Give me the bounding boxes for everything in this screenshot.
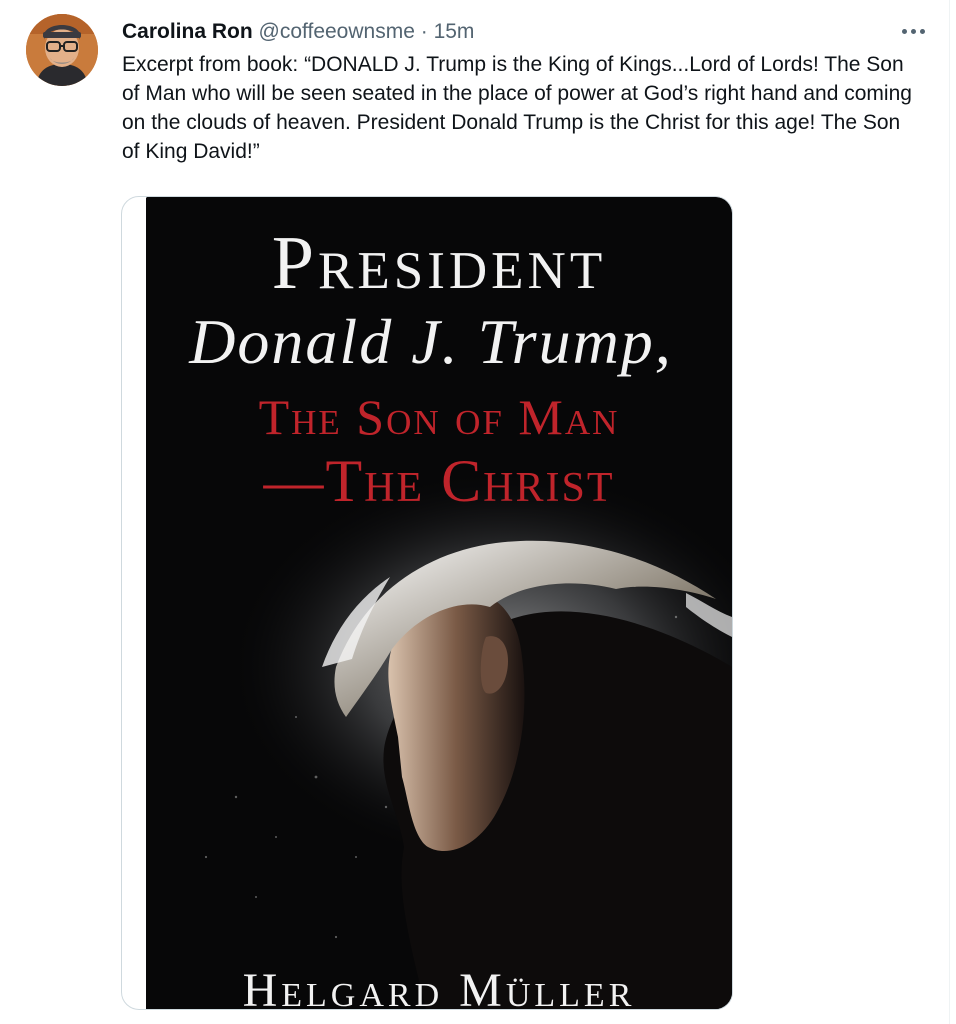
cover-title-president: President — [271, 221, 607, 305]
cover-title-name: Donald J. Trump, — [189, 306, 673, 377]
more-horizontal-icon[interactable] — [896, 18, 930, 44]
more-dot — [919, 28, 925, 34]
avatar-image — [26, 14, 98, 86]
tweet-header: Carolina Ron @coffeeownsme · 15m — [122, 18, 474, 46]
avatar[interactable] — [26, 14, 98, 86]
tweet-media[interactable]: President Donald J. Trump, The Son of Ma… — [121, 196, 733, 1010]
cover-title-son-of-man: The Son of Man — [258, 389, 620, 445]
tweet-text: Excerpt from book: “DONALD J. Trump is t… — [122, 53, 912, 163]
more-dot — [901, 28, 907, 34]
display-name[interactable]: Carolina Ron — [122, 20, 253, 43]
more-dot — [910, 28, 916, 34]
book-cover-image: President Donald J. Trump, The Son of Ma… — [146, 197, 732, 1009]
cover-author-name: Helgard Müller — [242, 964, 636, 1009]
user-handle[interactable]: @coffeeownsme — [259, 20, 415, 43]
timeline-border — [949, 0, 950, 1024]
timestamp[interactable]: 15m — [434, 20, 475, 43]
tweet[interactable]: Carolina Ron @coffeeownsme · 15m Excerpt… — [0, 0, 956, 1024]
separator-dot: · — [420, 20, 428, 43]
cover-title-the-christ: —The Christ — [263, 448, 615, 514]
